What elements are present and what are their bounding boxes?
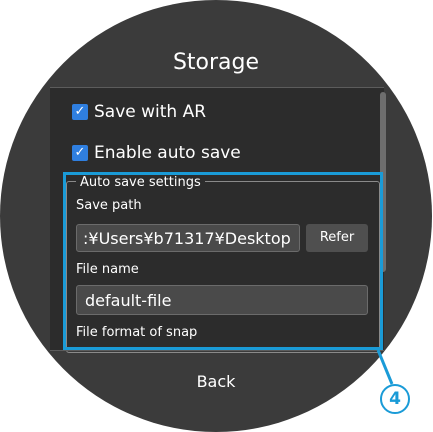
annotation-marker: 4	[380, 384, 410, 414]
annotation-leader-line	[376, 349, 394, 385]
